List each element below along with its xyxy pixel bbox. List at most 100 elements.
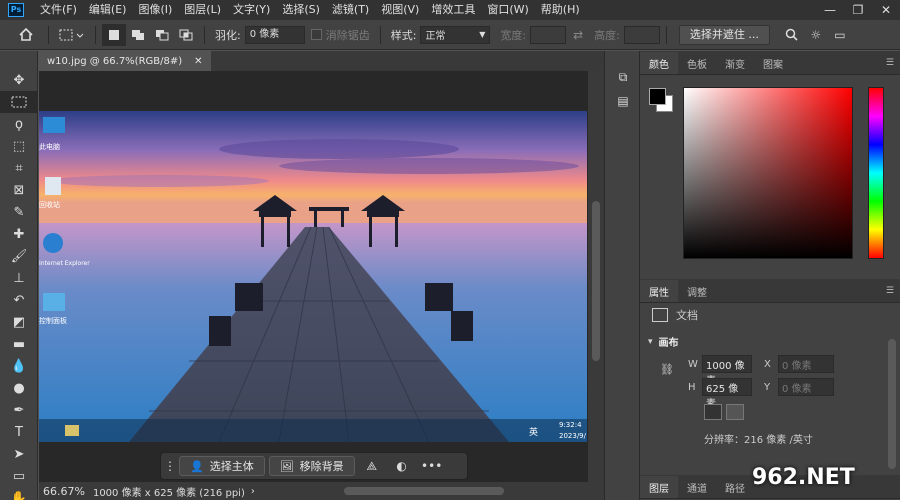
horizontal-scroll-thumb[interactable] [344, 487, 504, 495]
home-icon[interactable] [14, 24, 38, 46]
more-options-icon[interactable]: ••• [419, 456, 445, 476]
move-tool-icon[interactable]: ✥ [0, 69, 38, 91]
document-size: 1000 像素 x 625 像素 (216 ppi) [92, 487, 245, 499]
feather-input[interactable]: 0 像素 [244, 25, 305, 44]
minimize-icon[interactable]: — [816, 0, 844, 20]
select-subject-button[interactable]: 👤 选择主体 [179, 456, 265, 476]
options-bar: 羽化: 0 像素 消除锯齿 样式: 正常 ▼ 宽度: ⇄ 高度: 选择并遮住 .… [0, 20, 900, 50]
document-image[interactable]: 此电脑 回收站 Internet Explorer 控制面板 英 9:32:4 … [39, 111, 587, 442]
desktop-icon-label: Internet Explorer [39, 260, 90, 267]
blur-tool-icon[interactable]: 💧 [0, 355, 38, 377]
width-input[interactable] [530, 25, 567, 44]
style-select[interactable]: 正常 ▼ [420, 25, 491, 44]
workspace-icon[interactable]: ▭ [828, 24, 852, 46]
rectangle-tool-icon[interactable]: ▭ [0, 465, 38, 487]
menu-select[interactable]: 选择(S) [276, 0, 326, 20]
discover-lightbulb-icon[interactable]: ☼ [804, 24, 828, 46]
canvas-y-input[interactable]: 0 像素 [778, 378, 834, 396]
resolution-text: 分辨率：216 像素 /英寸 [704, 435, 813, 446]
marquee-tool-preset-icon[interactable] [55, 24, 89, 46]
vertical-scrollbar[interactable] [588, 71, 604, 482]
foreground-color-swatch[interactable] [649, 88, 666, 105]
eyedropper-tool-icon[interactable]: ✎ [0, 201, 38, 223]
tab-adjustments[interactable]: 调整 [678, 280, 716, 302]
chevron-right-icon[interactable]: › [251, 486, 255, 497]
menu-window[interactable]: 窗口(W) [481, 0, 534, 20]
tab-patterns[interactable]: 图案 [754, 52, 792, 74]
zoom-level[interactable]: 66.67% [43, 485, 85, 498]
comments-panel-icon[interactable]: ▤ [605, 89, 641, 113]
document-tab[interactable]: w10.jpg @ 66.7%(RGB/8#) ✕ [39, 51, 211, 71]
intersect-selection-icon[interactable] [174, 24, 198, 46]
menu-filter[interactable]: 滤镜(T) [326, 0, 375, 20]
menu-plugins[interactable]: 增效工具 [425, 0, 481, 20]
height-input[interactable] [623, 25, 660, 44]
restore-icon[interactable]: ❐ [844, 0, 872, 20]
canvas-x-input[interactable]: 0 像素 [778, 355, 834, 373]
antialias-checkbox[interactable] [310, 29, 322, 40]
search-icon[interactable] [780, 24, 804, 46]
menu-image[interactable]: 图像(I) [132, 0, 178, 20]
menu-view[interactable]: 视图(V) [375, 0, 425, 20]
brush-tool-icon[interactable]: 🖌 [0, 245, 38, 267]
canvas-height-input[interactable]: 625 像素 [702, 378, 752, 410]
tab-paths[interactable]: 路径 [716, 476, 754, 498]
rectangular-marquee-tool-icon[interactable] [0, 91, 38, 113]
dodge-tool-icon[interactable]: ● [0, 377, 38, 399]
subtract-selection-icon[interactable] [150, 24, 174, 46]
gradient-tool-icon[interactable]: ▬ [0, 333, 38, 355]
type-tool-icon[interactable]: T [0, 421, 38, 443]
tab-swatches[interactable]: 色板 [678, 52, 716, 74]
swap-dimensions-icon[interactable]: ⇄ [566, 24, 590, 46]
mask-icon[interactable]: ◐ [389, 456, 415, 476]
tab-color[interactable]: 颜色 [640, 52, 678, 74]
tab-gradients[interactable]: 渐变 [716, 52, 754, 74]
crop-tool-icon[interactable]: ⌗ [0, 157, 38, 179]
menu-edit[interactable]: 编辑(E) [83, 0, 133, 20]
pen-tool-icon[interactable]: ✒ [0, 399, 38, 421]
color-picker-field[interactable] [683, 87, 853, 259]
history-panel-icon[interactable]: ⧉ [605, 65, 641, 89]
taskbar-time: 9:32:4 [559, 421, 582, 429]
hue-slider[interactable] [868, 87, 884, 259]
canvas-width-input[interactable]: 1000 像素 [702, 355, 752, 387]
properties-scrollbar[interactable] [888, 339, 896, 469]
scroll-thumb[interactable] [592, 201, 600, 361]
status-bar: 66.67% 1000 像素 x 625 像素 (216 ppi) › [39, 482, 604, 500]
frame-tool-icon[interactable]: ⊠ [0, 179, 38, 201]
properties-panel-tabs: 属性 调整 ☰ [640, 279, 900, 303]
remove-background-button[interactable]: 🖼 移除背景 [268, 456, 355, 476]
lasso-tool-icon[interactable]: ϙ [0, 113, 38, 135]
select-and-mask-button[interactable]: 选择并遮住 ... [678, 24, 770, 45]
tab-layers[interactable]: 图层 [640, 476, 678, 498]
tab-properties[interactable]: 属性 [640, 280, 678, 302]
desktop-icon-label: 控制面板 [39, 316, 67, 325]
eraser-tool-icon[interactable]: ◩ [0, 311, 38, 333]
portrait-icon[interactable] [704, 404, 722, 420]
history-brush-tool-icon[interactable]: ↶ [0, 289, 38, 311]
drag-handle-icon[interactable]: ⋮ [164, 456, 176, 476]
tab-channels[interactable]: 通道 [678, 476, 716, 498]
add-selection-icon[interactable] [126, 24, 150, 46]
menu-type[interactable]: 文字(Y) [227, 0, 276, 20]
transform-icon[interactable]: ⟁ [359, 456, 385, 476]
close-icon[interactable]: ✕ [872, 0, 900, 20]
path-selection-tool-icon[interactable]: ➤ [0, 443, 38, 465]
close-tab-icon[interactable]: ✕ [194, 56, 202, 67]
orientation-buttons [704, 404, 744, 420]
landscape-icon[interactable] [726, 404, 744, 420]
right-panel-dock: 颜色 色板 渐变 图案 ☰ 属性 调整 ☰ 文档 ▾ 画布 ⛓ W 1000 像… [640, 51, 900, 500]
menu-help[interactable]: 帮助(H) [535, 0, 586, 20]
panel-menu-icon[interactable]: ☰ [886, 58, 894, 68]
menu-file[interactable]: 文件(F) [34, 0, 83, 20]
canvas-section-header[interactable]: ▾ 画布 [648, 334, 679, 350]
canvas-area[interactable]: 此电脑 回收站 Internet Explorer 控制面板 英 9:32:4 … [39, 71, 588, 482]
new-selection-icon[interactable] [102, 23, 126, 46]
healing-brush-tool-icon[interactable]: ✚ [0, 223, 38, 245]
panel-menu-icon[interactable]: ☰ [886, 286, 894, 296]
link-dimensions-icon[interactable]: ⛓ [660, 363, 674, 376]
hand-tool-icon[interactable]: ✋ [0, 487, 38, 500]
object-selection-tool-icon[interactable]: ⬚ [0, 135, 38, 157]
clone-stamp-tool-icon[interactable]: ⊥ [0, 267, 38, 289]
menu-layer[interactable]: 图层(L) [178, 0, 227, 20]
